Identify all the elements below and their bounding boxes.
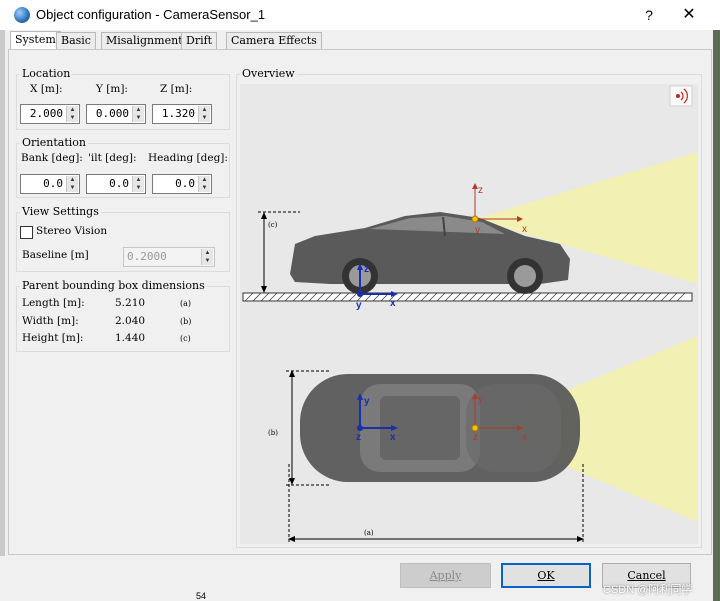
heading-input[interactable]: 0.0 ▲ ▼ xyxy=(152,174,212,194)
tab-drift[interactable]: Drift xyxy=(181,32,218,50)
bank-value: 0.0 xyxy=(43,177,63,190)
top-sensor-y-label: y xyxy=(478,394,483,405)
spin-arrows[interactable]: ▲ ▼ xyxy=(132,176,144,192)
overview-canvas: (c) x z y x z y (b) (a) x y z x y z xyxy=(240,84,698,544)
width-label: Width [m]: xyxy=(22,315,79,327)
orientation-title: Orientation xyxy=(20,136,89,149)
spin-down-icon[interactable]: ▼ xyxy=(67,114,78,122)
dim-a-label: (a) xyxy=(364,529,374,537)
spin-arrows[interactable]: ▲ ▼ xyxy=(198,176,210,192)
y-label: Y [m]: xyxy=(96,83,128,95)
top-origin-y-label: y xyxy=(364,396,370,407)
tab-camera-effects[interactable]: Camera Effects xyxy=(226,32,322,50)
spin-up-icon: ▲ xyxy=(204,250,211,256)
spin-up-icon[interactable]: ▲ xyxy=(199,176,210,184)
spin-up-icon[interactable]: ▲ xyxy=(67,176,78,184)
ok-label: OK xyxy=(537,569,555,582)
car-top-view xyxy=(300,374,580,482)
background-number: 54 xyxy=(196,591,207,601)
apply-label: Apply xyxy=(429,569,462,582)
spin-down-icon[interactable]: ▼ xyxy=(133,114,144,122)
spin-down-icon: ▼ xyxy=(204,258,211,264)
spin-arrows[interactable]: ▲ ▼ xyxy=(66,106,78,122)
length-value: 5.210 xyxy=(115,297,146,309)
bank-input[interactable]: 0.0 ▲ ▼ xyxy=(20,174,80,194)
spin-up-icon[interactable]: ▲ xyxy=(133,106,144,114)
overview-diagram: (c) x z y x z y (b) (a) x y z x y z xyxy=(242,85,698,544)
width-ref: (b) xyxy=(180,317,192,326)
background-window-edge xyxy=(0,30,5,601)
location-x-input[interactable]: 2.000 ▲ ▼ xyxy=(20,104,80,124)
side-sensor-y-label: y xyxy=(475,225,480,236)
apply-button[interactable]: Apply xyxy=(400,563,491,588)
height-ref: (c) xyxy=(180,334,191,343)
spin-up-icon[interactable]: ▲ xyxy=(133,176,144,184)
spin-down-icon[interactable]: ▼ xyxy=(199,184,210,192)
dim-b-label: (b) xyxy=(268,429,278,437)
ok-button[interactable]: OK xyxy=(501,563,591,588)
bounding-box-title: Parent bounding box dimensions xyxy=(20,279,207,292)
top-sensor-x-label: x xyxy=(522,432,527,443)
title-bar: Object configuration - CameraSensor_1 ? … xyxy=(0,0,720,30)
side-origin-x-label: x xyxy=(390,298,396,309)
heading-value: 0.0 xyxy=(175,177,195,190)
spin-down-icon[interactable]: ▼ xyxy=(67,184,78,192)
z-label: Z [m]: xyxy=(160,83,193,95)
height-label: Height [m]: xyxy=(22,332,84,344)
side-sensor-z-label: z xyxy=(478,185,483,196)
side-origin-y-label: y xyxy=(356,300,362,311)
heading-label: Heading [deg]: xyxy=(148,152,228,164)
length-ref: (a) xyxy=(180,299,192,308)
background-window-edge-right xyxy=(713,30,720,601)
spin-arrows[interactable]: ▲ ▼ xyxy=(66,176,78,192)
tilt-input[interactable]: 0.0 ▲ ▼ xyxy=(86,174,146,194)
top-origin-x-label: x xyxy=(390,432,396,443)
wireless-signal-icon[interactable] xyxy=(669,85,693,107)
app-globe-icon xyxy=(14,7,30,23)
baseline-input: 0.2000 ▲ ▼ xyxy=(123,247,215,267)
view-settings-title: View Settings xyxy=(20,205,101,218)
length-label: Length [m]: xyxy=(22,297,85,309)
spin-arrows[interactable]: ▲ ▼ xyxy=(198,106,210,122)
x-label: X [m]: xyxy=(30,83,63,95)
spin-up-icon[interactable]: ▲ xyxy=(199,106,210,114)
tab-misalignment[interactable]: Misalignment xyxy=(101,32,188,50)
top-origin-z-label: z xyxy=(356,432,361,443)
stereo-vision-label[interactable]: Stereo Vision xyxy=(36,225,107,237)
watermark: CSDN @阿利同学 xyxy=(603,584,693,596)
help-button[interactable]: ? xyxy=(636,2,662,28)
location-title: Location xyxy=(20,67,73,80)
tilt-value: 0.0 xyxy=(109,177,129,190)
spin-arrows: ▲ ▼ xyxy=(201,249,213,265)
stereo-vision-checkbox[interactable] xyxy=(20,226,33,239)
tab-basic[interactable]: Basic xyxy=(56,32,96,50)
spin-up-icon[interactable]: ▲ xyxy=(67,106,78,114)
location-y-input[interactable]: 0.000 ▲ ▼ xyxy=(86,104,146,124)
spin-down-icon[interactable]: ▼ xyxy=(133,184,144,192)
baseline-value: 0.2000 xyxy=(127,250,167,263)
top-sensor-z-label: z xyxy=(473,432,478,443)
width-value: 2.040 xyxy=(115,315,146,327)
ground-plane xyxy=(242,292,693,302)
location-z-input[interactable]: 1.320 ▲ ▼ xyxy=(152,104,212,124)
tab-system[interactable]: System xyxy=(10,31,61,50)
location-x-value: 2.000 xyxy=(29,107,63,120)
spin-arrows[interactable]: ▲ ▼ xyxy=(132,106,144,122)
height-value: 1.440 xyxy=(115,332,146,344)
location-z-value: 1.320 xyxy=(161,107,195,120)
spin-down-icon[interactable]: ▼ xyxy=(199,114,210,122)
window-title: Object configuration - CameraSensor_1 xyxy=(36,7,266,22)
dim-c-label: (c) xyxy=(268,221,278,229)
baseline-label: Baseline [m] xyxy=(22,249,89,261)
close-button[interactable]: ✕ xyxy=(676,2,702,28)
location-y-value: 0.000 xyxy=(95,107,129,120)
bank-label: Bank [deg]: xyxy=(21,152,83,164)
side-sensor-x-label: x xyxy=(522,224,527,235)
overview-title: Overview xyxy=(240,67,297,80)
tilt-label: 'ilt [deg]: xyxy=(88,152,137,164)
side-origin-z-label: z xyxy=(364,264,369,275)
